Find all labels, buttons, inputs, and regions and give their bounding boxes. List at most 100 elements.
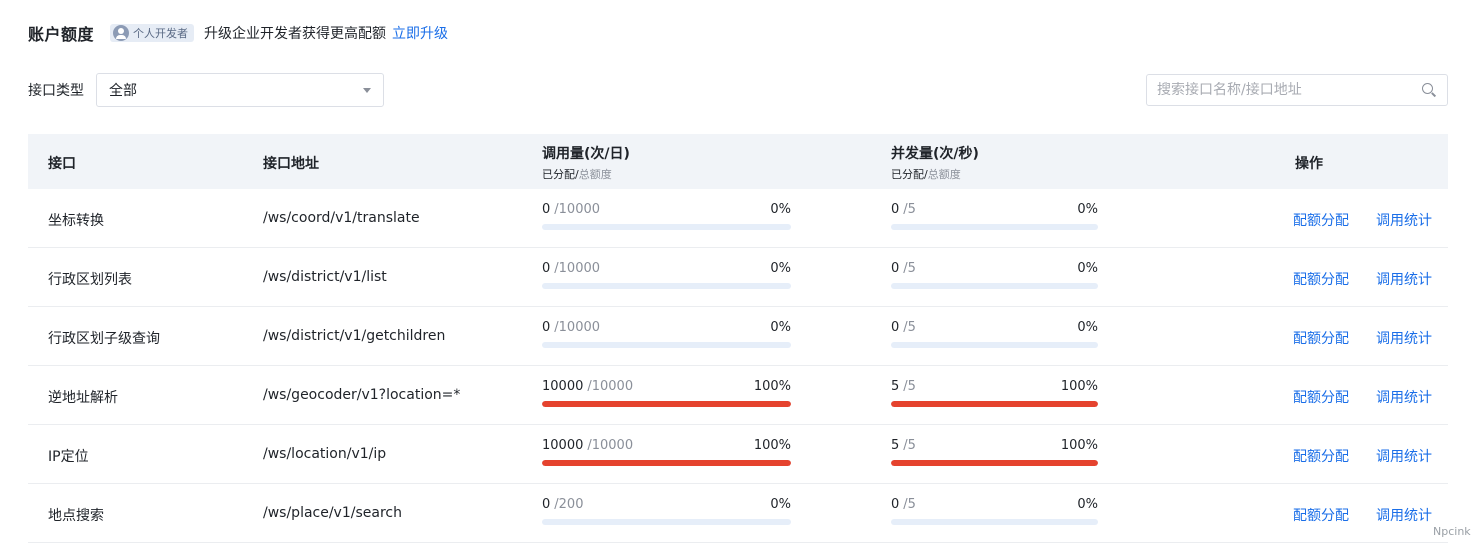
daily-used: 0 [542,202,551,217]
daily-progress-fill [542,460,791,466]
qps-total: /5 [903,497,916,512]
daily-usage: 10000/10000 100% [542,379,791,407]
daily-sub-total: 总额度 [578,168,612,181]
page-header: 账户额度 个人开发者 升级企业开发者获得更高配额 立即升级 [28,20,448,46]
search-input[interactable] [1157,82,1421,98]
quota-allocate-link[interactable]: 配额分配 [1293,328,1349,348]
daily-progress-bar [542,283,791,289]
column-header-qps-title: 并发量(次/秒) [891,146,979,162]
daily-progress-bar [542,401,791,407]
qps-progress-bar [891,460,1098,466]
upgrade-link[interactable]: 立即升级 [392,23,448,43]
daily-usage: 0/10000 0% [542,261,791,289]
daily-progress-bar [542,224,791,230]
daily-usage: 10000/10000 100% [542,438,791,466]
qps-total: /5 [903,202,916,217]
interface-name: 行政区划子级查询 [48,331,160,347]
qps-usage: 5/5 100% [891,438,1098,466]
qps-progress-bar [891,401,1098,407]
interface-name: 逆地址解析 [48,390,118,406]
call-stats-link[interactable]: 调用统计 [1376,387,1432,407]
quota-allocate-link[interactable]: 配额分配 [1293,505,1349,525]
column-header-daily-title: 调用量(次/日) [542,146,630,162]
daily-used: 0 [542,261,551,276]
qps-usage: 0/5 0% [891,261,1098,289]
qps-usage: 0/5 0% [891,202,1098,230]
developer-badge: 个人开发者 [110,24,195,42]
qps-percent: 100% [1060,438,1098,453]
qps-used: 0 [891,320,900,335]
search-icon[interactable] [1421,82,1437,98]
qps-percent: 100% [1060,379,1098,394]
interface-address: /ws/district/v1/list [263,269,387,285]
daily-percent: 0% [770,261,791,276]
qps-used: 5 [891,438,900,453]
daily-used: 0 [542,320,551,335]
call-stats-link[interactable]: 调用统计 [1376,269,1432,289]
call-stats-link[interactable]: 调用统计 [1376,210,1432,230]
daily-total: /10000 [587,438,634,453]
qps-total: /5 [903,379,916,394]
interface-type-label: 接口类型 [28,83,84,99]
interface-name: 地点搜索 [48,508,104,524]
watermark: Npcink [1433,525,1471,538]
developer-badge-label: 个人开发者 [133,27,189,40]
interface-address: /ws/coord/v1/translate [263,210,420,226]
daily-total: /10000 [587,379,634,394]
daily-usage: 0/10000 0% [542,320,791,348]
table-row: 行政区划列表 /ws/district/v1/list 0/10000 0% 0/… [28,248,1448,307]
column-header-daily: 调用量(次/日) 已分配/总额度 [542,143,630,182]
quota-table: 接口 接口地址 调用量(次/日) 已分配/总额度 并发量(次/秒) 已分配/总额… [28,134,1448,543]
interface-type-select[interactable]: 全部 [96,73,384,107]
qps-sub-total: 总额度 [927,168,961,181]
qps-usage: 0/5 0% [891,497,1098,525]
upgrade-hint: 升级企业开发者获得更高配额 [204,26,387,42]
quota-allocate-link[interactable]: 配额分配 [1293,210,1349,230]
qps-percent: 0% [1077,202,1098,217]
column-header-actions: 操作 [1295,156,1323,172]
table-row: 坐标转换 /ws/coord/v1/translate 0/10000 0% 0/… [28,189,1448,248]
daily-used: 10000 [542,379,584,394]
daily-progress-fill [542,401,791,407]
daily-total: /10000 [554,261,601,276]
daily-percent: 0% [770,202,791,217]
quota-allocate-link[interactable]: 配额分配 [1293,269,1349,289]
qps-percent: 0% [1077,261,1098,276]
daily-progress-bar [542,342,791,348]
quota-allocate-link[interactable]: 配额分配 [1293,387,1349,407]
interface-address: /ws/district/v1/getchildren [263,328,446,344]
qps-usage: 5/5 100% [891,379,1098,407]
qps-total: /5 [903,261,916,276]
daily-percent: 100% [753,379,791,394]
interface-name: 行政区划列表 [48,272,132,288]
column-header-address: 接口地址 [263,156,319,172]
quota-allocate-link[interactable]: 配额分配 [1293,446,1349,466]
call-stats-link[interactable]: 调用统计 [1376,505,1432,525]
call-stats-link[interactable]: 调用统计 [1376,446,1432,466]
daily-percent: 100% [753,438,791,453]
interface-address: /ws/geocoder/v1?location=* [263,387,461,403]
qps-used: 0 [891,497,900,512]
daily-progress-bar [542,460,791,466]
qps-used: 5 [891,379,900,394]
interface-name: 坐标转换 [48,213,104,229]
page-title: 账户额度 [28,25,95,44]
column-header-daily-sub: 已分配/总额度 [542,166,630,182]
caret-down-icon [363,87,371,93]
call-stats-link[interactable]: 调用统计 [1376,328,1432,348]
qps-total: /5 [903,438,916,453]
daily-total: /10000 [554,202,601,217]
daily-percent: 0% [770,320,791,335]
table-header: 接口 接口地址 调用量(次/日) 已分配/总额度 并发量(次/秒) 已分配/总额… [28,134,1448,189]
daily-total: /10000 [554,320,601,335]
user-icon [113,25,130,41]
daily-usage: 0/10000 0% [542,202,791,230]
daily-progress-bar [542,519,791,525]
daily-percent: 0% [770,497,791,512]
qps-progress-bar [891,519,1098,525]
interface-address: /ws/location/v1/ip [263,446,387,462]
daily-usage: 0/200 0% [542,497,791,525]
qps-sub-allocated: 已分配 [891,168,924,181]
interface-name: IP定位 [48,449,89,465]
table-row: 行政区划子级查询 /ws/district/v1/getchildren 0/1… [28,307,1448,366]
